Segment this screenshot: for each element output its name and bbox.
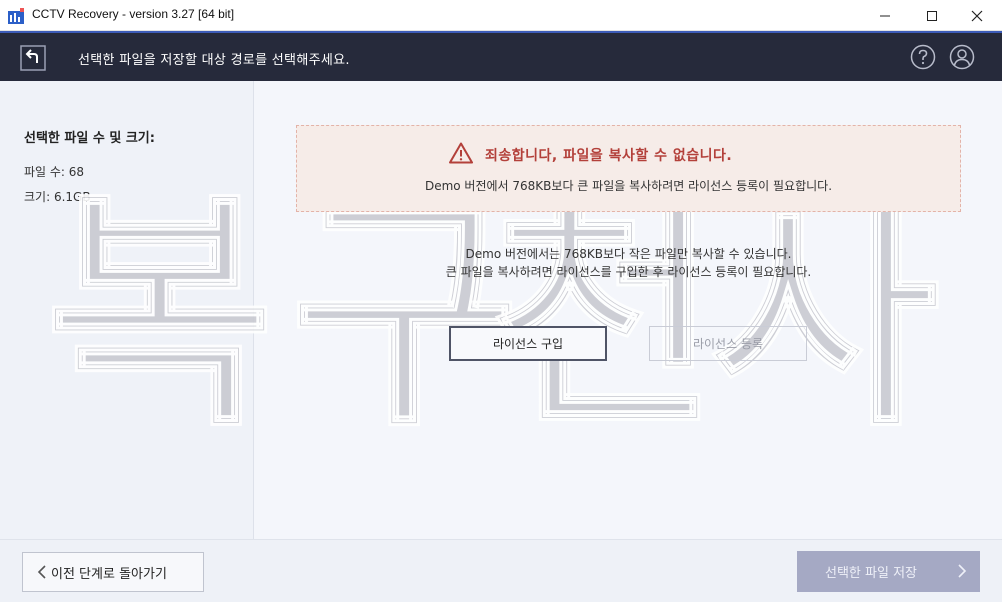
- window-title: CCTV Recovery - version 3.27 [64 bit]: [32, 7, 235, 21]
- previous-step-label: 이전 단계로 돌아가기: [51, 566, 167, 582]
- info-line-1: Demo 버전에서는 768KB보다 작은 파일만 복사할 수 있습니다.: [465, 247, 792, 261]
- previous-step-button[interactable]: 이전 단계로 돌아가기: [22, 552, 204, 592]
- close-button[interactable]: [954, 0, 1000, 31]
- info-line-2: 큰 파일을 복사하려면 라이선스를 구입한 후 라이선스 등록이 필요합니다.: [445, 265, 812, 279]
- user-icon[interactable]: [949, 44, 975, 70]
- buy-license-button[interactable]: 라이선스 구입: [449, 326, 607, 361]
- help-icon[interactable]: [910, 44, 936, 70]
- register-license-button[interactable]: 라이선스 등록: [649, 326, 807, 361]
- warning-icon: [449, 142, 473, 164]
- error-alert: 죄송합니다, 파일을 복사할 수 없습니다. Demo 버전에서 768KB보다…: [296, 125, 961, 212]
- close-icon: [971, 10, 983, 21]
- header-bar: 선택한 파일을 저장할 대상 경로를 선택해주세요.: [0, 31, 1002, 81]
- header-instruction: 선택한 파일을 저장할 대상 경로를 선택해주세요.: [78, 53, 350, 68]
- file-count: 파일 수: 68: [24, 165, 85, 179]
- minimize-button[interactable]: [862, 0, 908, 31]
- maximize-icon: [927, 10, 937, 21]
- app-logo-icon: [8, 8, 24, 24]
- minimize-icon: [880, 15, 890, 16]
- chevron-right-icon: [958, 564, 967, 578]
- alert-title: 죄송합니다, 파일을 복사할 수 없습니다.: [485, 148, 733, 164]
- back-icon[interactable]: [20, 45, 46, 71]
- sidebar: 선택한 파일 수 및 크기: 파일 수: 68 크기: 6.1GB: [0, 81, 254, 539]
- save-selected-files-button[interactable]: 선택한 파일 저장: [797, 551, 980, 592]
- chevron-left-icon: [37, 565, 46, 579]
- file-size: 크기: 6.1GB: [24, 190, 91, 204]
- save-selected-files-label: 선택한 파일 저장: [825, 566, 917, 581]
- footer-bar: 이전 단계로 돌아가기 선택한 파일 저장: [0, 539, 1002, 602]
- title-bar: CCTV Recovery - version 3.27 [64 bit]: [0, 0, 1002, 31]
- maximize-button[interactable]: [909, 0, 955, 31]
- selected-files-title: 선택한 파일 수 및 크기:: [24, 131, 155, 146]
- alert-message: Demo 버전에서 768KB보다 큰 파일을 복사하려면 라이선스 등록이 필…: [424, 179, 833, 193]
